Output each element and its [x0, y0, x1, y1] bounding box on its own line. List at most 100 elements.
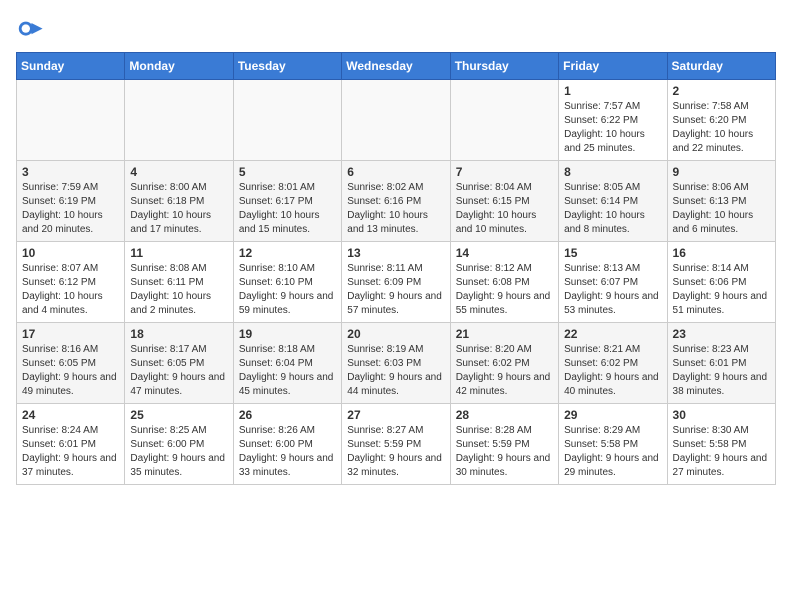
day-header-sunday: Sunday	[17, 53, 125, 80]
day-number: 2	[673, 84, 770, 98]
day-header-wednesday: Wednesday	[342, 53, 450, 80]
calendar-cell: 17 Sunrise: 8:16 AM Sunset: 6:05 PM Dayli…	[17, 323, 125, 404]
day-number: 10	[22, 246, 119, 260]
day-number: 13	[347, 246, 444, 260]
day-info: Sunrise: 8:05 AM Sunset: 6:14 PM Dayligh…	[564, 181, 661, 237]
day-number: 1	[564, 84, 661, 98]
calendar-week-4: 17 Sunrise: 8:16 AM Sunset: 6:05 PM Dayli…	[17, 323, 776, 404]
calendar-cell	[233, 80, 341, 161]
calendar-week-3: 10 Sunrise: 8:07 AM Sunset: 6:12 PM Dayli…	[17, 242, 776, 323]
calendar-cell: 4 Sunrise: 8:00 AM Sunset: 6:18 PM Daylig…	[125, 161, 233, 242]
day-number: 22	[564, 327, 661, 341]
day-info: Sunrise: 8:28 AM Sunset: 5:59 PM Dayligh…	[456, 424, 553, 480]
logo	[16, 16, 48, 44]
day-number: 23	[673, 327, 770, 341]
day-header-thursday: Thursday	[450, 53, 558, 80]
calendar-cell: 7 Sunrise: 8:04 AM Sunset: 6:15 PM Daylig…	[450, 161, 558, 242]
calendar-cell	[342, 80, 450, 161]
day-number: 15	[564, 246, 661, 260]
day-info: Sunrise: 8:26 AM Sunset: 6:00 PM Dayligh…	[239, 424, 336, 480]
calendar-cell: 22 Sunrise: 8:21 AM Sunset: 6:02 PM Dayli…	[559, 323, 667, 404]
calendar-cell: 14 Sunrise: 8:12 AM Sunset: 6:08 PM Dayli…	[450, 242, 558, 323]
day-info: Sunrise: 8:16 AM Sunset: 6:05 PM Dayligh…	[22, 343, 119, 399]
calendar-cell: 8Sunrise: 8:05 AM Sunset: 6:14 PM Daylig…	[559, 161, 667, 242]
day-info: Sunrise: 8:30 AM Sunset: 5:58 PM Dayligh…	[673, 424, 770, 480]
day-number: 18	[130, 327, 227, 341]
day-number: 17	[22, 327, 119, 341]
calendar-cell: 10 Sunrise: 8:07 AM Sunset: 6:12 PM Dayli…	[17, 242, 125, 323]
day-number: 26	[239, 408, 336, 422]
day-info: Sunrise: 8:21 AM Sunset: 6:02 PM Dayligh…	[564, 343, 661, 399]
calendar-cell: 3 Sunrise: 7:59 AM Sunset: 6:19 PM Daylig…	[17, 161, 125, 242]
calendar-cell: 11 Sunrise: 8:08 AM Sunset: 6:11 PM Dayli…	[125, 242, 233, 323]
day-number: 9	[673, 165, 770, 179]
day-number: 16	[673, 246, 770, 260]
calendar-cell: 9 Sunrise: 8:06 AM Sunset: 6:13 PM Daylig…	[667, 161, 775, 242]
day-number: 5	[239, 165, 336, 179]
day-info: Sunrise: 8:25 AM Sunset: 6:00 PM Dayligh…	[130, 424, 227, 480]
calendar-cell: 19 Sunrise: 8:18 AM Sunset: 6:04 PM Dayli…	[233, 323, 341, 404]
day-header-tuesday: Tuesday	[233, 53, 341, 80]
day-info: Sunrise: 8:01 AM Sunset: 6:17 PM Dayligh…	[239, 181, 336, 237]
day-number: 11	[130, 246, 227, 260]
day-info: Sunrise: 8:08 AM Sunset: 6:11 PM Dayligh…	[130, 262, 227, 318]
calendar-cell: 27 Sunrise: 8:27 AM Sunset: 5:59 PM Dayli…	[342, 404, 450, 485]
calendar-cell: 13 Sunrise: 8:11 AM Sunset: 6:09 PM Dayli…	[342, 242, 450, 323]
day-number: 3	[22, 165, 119, 179]
calendar-week-2: 3 Sunrise: 7:59 AM Sunset: 6:19 PM Daylig…	[17, 161, 776, 242]
calendar-cell: 28 Sunrise: 8:28 AM Sunset: 5:59 PM Dayli…	[450, 404, 558, 485]
day-number: 24	[22, 408, 119, 422]
calendar-cell: 5 Sunrise: 8:01 AM Sunset: 6:17 PM Daylig…	[233, 161, 341, 242]
page-header	[16, 16, 776, 44]
day-number: 7	[456, 165, 553, 179]
calendar-week-1: 1 Sunrise: 7:57 AM Sunset: 6:22 PM Daylig…	[17, 80, 776, 161]
calendar-cell: 15 Sunrise: 8:13 AM Sunset: 6:07 PM Dayli…	[559, 242, 667, 323]
day-number: 14	[456, 246, 553, 260]
day-number: 27	[347, 408, 444, 422]
calendar-table: SundayMondayTuesdayWednesdayThursdayFrid…	[16, 52, 776, 485]
calendar-cell: 30 Sunrise: 8:30 AM Sunset: 5:58 PM Dayli…	[667, 404, 775, 485]
calendar-week-5: 24 Sunrise: 8:24 AM Sunset: 6:01 PM Dayli…	[17, 404, 776, 485]
day-info: Sunrise: 8:10 AM Sunset: 6:10 PM Dayligh…	[239, 262, 336, 318]
day-info: Sunrise: 8:00 AM Sunset: 6:18 PM Dayligh…	[130, 181, 227, 237]
calendar-header: SundayMondayTuesdayWednesdayThursdayFrid…	[17, 53, 776, 80]
calendar-cell: 20Sunrise: 8:19 AM Sunset: 6:03 PM Dayli…	[342, 323, 450, 404]
day-number: 20	[347, 327, 444, 341]
day-header-saturday: Saturday	[667, 53, 775, 80]
calendar-cell	[125, 80, 233, 161]
day-info: Sunrise: 7:57 AM Sunset: 6:22 PM Dayligh…	[564, 100, 661, 156]
calendar-cell	[450, 80, 558, 161]
day-number: 29	[564, 408, 661, 422]
day-info: Sunrise: 8:18 AM Sunset: 6:04 PM Dayligh…	[239, 343, 336, 399]
day-number: 19	[239, 327, 336, 341]
day-info: Sunrise: 7:59 AM Sunset: 6:19 PM Dayligh…	[22, 181, 119, 237]
calendar-cell: 6Sunrise: 8:02 AM Sunset: 6:16 PM Daylig…	[342, 161, 450, 242]
day-info: Sunrise: 8:29 AM Sunset: 5:58 PM Dayligh…	[564, 424, 661, 480]
day-info: Sunrise: 8:04 AM Sunset: 6:15 PM Dayligh…	[456, 181, 553, 237]
day-number: 28	[456, 408, 553, 422]
calendar-cell	[17, 80, 125, 161]
day-info: Sunrise: 8:06 AM Sunset: 6:13 PM Dayligh…	[673, 181, 770, 237]
calendar-cell: 18Sunrise: 8:17 AM Sunset: 6:05 PM Dayli…	[125, 323, 233, 404]
day-info: Sunrise: 8:14 AM Sunset: 6:06 PM Dayligh…	[673, 262, 770, 318]
day-info: Sunrise: 8:02 AM Sunset: 6:16 PM Dayligh…	[347, 181, 444, 237]
day-info: Sunrise: 8:12 AM Sunset: 6:08 PM Dayligh…	[456, 262, 553, 318]
day-number: 12	[239, 246, 336, 260]
calendar-cell: 26 Sunrise: 8:26 AM Sunset: 6:00 PM Dayli…	[233, 404, 341, 485]
day-number: 4	[130, 165, 227, 179]
day-info: Sunrise: 8:24 AM Sunset: 6:01 PM Dayligh…	[22, 424, 119, 480]
day-info: Sunrise: 8:13 AM Sunset: 6:07 PM Dayligh…	[564, 262, 661, 318]
calendar-cell: 12 Sunrise: 8:10 AM Sunset: 6:10 PM Dayli…	[233, 242, 341, 323]
day-info: Sunrise: 7:58 AM Sunset: 6:20 PM Dayligh…	[673, 100, 770, 156]
calendar-cell: 25 Sunrise: 8:25 AM Sunset: 6:00 PM Dayli…	[125, 404, 233, 485]
calendar-cell: 2 Sunrise: 7:58 AM Sunset: 6:20 PM Daylig…	[667, 80, 775, 161]
day-info: Sunrise: 8:07 AM Sunset: 6:12 PM Dayligh…	[22, 262, 119, 318]
day-number: 25	[130, 408, 227, 422]
day-header-friday: Friday	[559, 53, 667, 80]
calendar-cell: 1 Sunrise: 7:57 AM Sunset: 6:22 PM Daylig…	[559, 80, 667, 161]
day-info: Sunrise: 8:23 AM Sunset: 6:01 PM Dayligh…	[673, 343, 770, 399]
day-info: Sunrise: 8:27 AM Sunset: 5:59 PM Dayligh…	[347, 424, 444, 480]
day-number: 30	[673, 408, 770, 422]
day-info: Sunrise: 8:11 AM Sunset: 6:09 PM Dayligh…	[347, 262, 444, 318]
calendar-cell: 16 Sunrise: 8:14 AM Sunset: 6:06 PM Dayli…	[667, 242, 775, 323]
